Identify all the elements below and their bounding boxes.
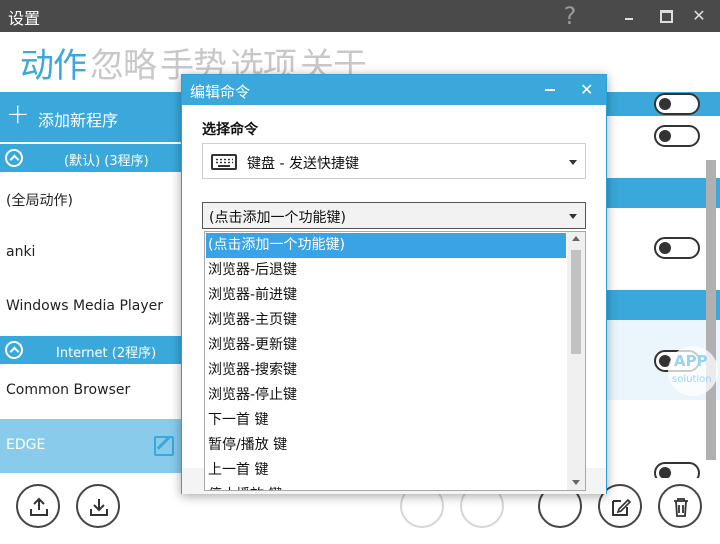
tab-actions[interactable]: 动作 xyxy=(20,46,87,86)
dropdown-option[interactable]: 浏览器-停止键 xyxy=(206,383,566,408)
export-icon xyxy=(30,497,48,516)
action-toggle[interactable] xyxy=(654,237,700,259)
list-item[interactable]: anki xyxy=(0,226,181,280)
help-icon[interactable]: ? xyxy=(556,0,584,32)
maximize-icon[interactable] xyxy=(652,0,678,32)
function-key-select-value: (点击添加一个功能键) xyxy=(209,210,346,226)
dropdown-scrollbar[interactable] xyxy=(567,232,585,490)
dropdown-option[interactable]: 下一首 键 xyxy=(206,408,566,433)
list-item-selected[interactable]: EDGE xyxy=(0,419,181,473)
delete-icon xyxy=(674,498,688,517)
dialog-minimize-icon[interactable] xyxy=(545,89,555,91)
close-icon[interactable]: ✕ xyxy=(686,0,712,32)
dropdown-option[interactable]: 停止播放 键 xyxy=(206,483,566,490)
command-select-value: 键盘 - 发送快捷键 xyxy=(247,156,359,172)
list-item[interactable]: Common Browser xyxy=(0,364,181,418)
minimize-icon[interactable] xyxy=(616,0,642,32)
list-item[interactable]: Windows Media Player xyxy=(0,280,181,334)
plus-icon: + xyxy=(6,97,30,130)
keyboard-icon xyxy=(211,154,237,170)
scroll-down-icon[interactable] xyxy=(572,480,580,485)
add-program-label: 添加新程序 xyxy=(38,111,119,130)
import-icon xyxy=(90,499,108,516)
settings-window: 设置 ? ✕ 动作 忽略 手势 选项 关于 + 添加新程序 (默认) (3程序) (全局… xyxy=(0,0,720,544)
scroll-up-icon[interactable] xyxy=(572,236,580,241)
window-title: 设置 xyxy=(8,9,41,28)
group-label: Internet (2程序) xyxy=(56,346,157,361)
watermark-logo: APP solution xyxy=(668,346,718,396)
function-key-dropdown: (点击添加一个功能键) 浏览器-后退键 浏览器-前进键 浏览器-主页键 浏览器-… xyxy=(204,231,586,491)
function-key-select[interactable]: (点击添加一个功能键) xyxy=(202,202,586,229)
chevron-down-icon xyxy=(569,214,577,219)
scrollbar-thumb[interactable] xyxy=(571,250,581,354)
dropdown-option[interactable]: 上一首 键 xyxy=(206,458,566,483)
dropdown-option[interactable]: 浏览器-主页键 xyxy=(206,308,566,333)
dropdown-option-highlighted[interactable]: (点击添加一个功能键) xyxy=(206,233,566,258)
select-command-label: 选择命令 xyxy=(202,122,258,138)
program-list: + 添加新程序 (默认) (3程序) (全局动作) anki Windows M… xyxy=(0,92,181,478)
dialog-title-bar: 编辑命令 ✕ xyxy=(182,75,606,105)
add-program-button[interactable]: + 添加新程序 xyxy=(0,92,181,142)
dropdown-option[interactable]: 浏览器-后退键 xyxy=(206,258,566,283)
edit-icon[interactable] xyxy=(154,436,174,456)
collapse-icon[interactable] xyxy=(5,341,23,359)
list-item[interactable]: (全局动作) xyxy=(0,172,181,226)
collapse-icon[interactable] xyxy=(5,149,23,167)
dropdown-option[interactable]: 浏览器-搜索键 xyxy=(206,358,566,383)
command-select[interactable]: 键盘 - 发送快捷键 xyxy=(202,143,586,179)
action-toggle[interactable] xyxy=(654,125,700,147)
export-button[interactable] xyxy=(16,484,60,528)
chevron-down-icon xyxy=(569,160,577,165)
import-button[interactable] xyxy=(76,484,120,528)
action-toggle[interactable] xyxy=(654,93,700,115)
tab-ignore[interactable]: 忽略 xyxy=(90,46,157,86)
edit-icon xyxy=(612,498,632,516)
dropdown-option[interactable]: 浏览器-前进键 xyxy=(206,283,566,308)
action-group-header xyxy=(600,178,720,208)
dropdown-option[interactable]: 浏览器-更新键 xyxy=(206,333,566,358)
action-group-header xyxy=(600,290,720,320)
group-header-internet[interactable]: Internet (2程序) xyxy=(0,336,181,364)
dialog-title: 编辑命令 xyxy=(190,83,251,101)
group-header-default[interactable]: (默认) (3程序) xyxy=(0,144,181,172)
dropdown-option[interactable]: 暂停/播放 键 xyxy=(206,433,566,458)
group-label: (默认) (3程序) xyxy=(64,154,149,169)
title-bar: 设置 ? ✕ xyxy=(0,0,720,32)
actions-scrollbar[interactable] xyxy=(706,160,716,460)
delete-action-button[interactable] xyxy=(658,484,702,528)
dialog-close-icon[interactable]: ✕ xyxy=(580,80,593,99)
